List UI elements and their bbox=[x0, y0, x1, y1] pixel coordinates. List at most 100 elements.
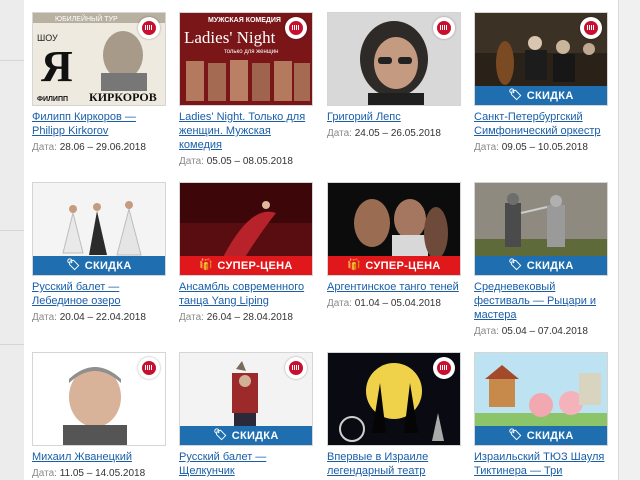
date-label: Дата: bbox=[327, 298, 352, 309]
tag-icon: 🏷 bbox=[508, 89, 523, 101]
date-label: Дата: bbox=[32, 312, 57, 323]
event-image[interactable] bbox=[32, 352, 166, 446]
event-card-shaul-tiktiner[interactable]: 🏷 СКИДКА Израильский ТЮЗ Шауля Тиктинера … bbox=[474, 352, 608, 478]
ticket-icon[interactable] bbox=[433, 357, 455, 379]
tag-icon: 🏷 bbox=[508, 429, 523, 441]
badge-label: СКИДКА bbox=[84, 259, 132, 272]
event-image[interactable]: 🏷 СКИДКА bbox=[474, 352, 608, 446]
event-title-link[interactable]: Санкт-Петербургский Симфонический оркест… bbox=[474, 110, 608, 138]
event-date: Дата: 24.05 – 26.05.2018 bbox=[327, 127, 461, 140]
date-value: 09.05 – 10.05.2018 bbox=[501, 142, 588, 153]
event-card-kirkorov[interactable]: ЮБИЛЕЙНЫЙ ТУР ШОУ Я ФИЛИПП КИРКОРОВ Фили… bbox=[32, 12, 166, 154]
left-gutter bbox=[0, 0, 24, 480]
poster-text: Я bbox=[41, 42, 73, 91]
event-title-link[interactable]: Григорий Лепс bbox=[327, 110, 461, 124]
event-title-link[interactable]: Аргентинское танго теней bbox=[327, 280, 461, 294]
badge-label: СКИДКА bbox=[526, 429, 574, 442]
event-card-leps[interactable]: Григорий Лепс Дата: 24.05 – 26.05.2018 bbox=[327, 12, 461, 140]
event-card-tango[interactable]: 🎁 СУПЕР-ЦЕНА Аргентинское танго теней Дат… bbox=[327, 182, 461, 310]
date-value: 28.06 – 29.06.2018 bbox=[59, 142, 146, 153]
event-image[interactable] bbox=[327, 352, 461, 446]
super-price-badge: 🎁 СУПЕР-ЦЕНА bbox=[328, 256, 460, 275]
date-value: 05.05 – 08.05.2018 bbox=[206, 156, 293, 167]
event-title-link[interactable]: Ансамбль современного танца Yang Liping bbox=[179, 280, 313, 308]
event-date: Дата: 11.05 – 14.05.2018 bbox=[32, 467, 166, 480]
ticket-icon[interactable] bbox=[285, 17, 307, 39]
poster-text: МУЖСКАЯ КОМЕДИЯ bbox=[208, 17, 281, 24]
date-value: 20.04 – 22.04.2018 bbox=[59, 312, 146, 323]
gift-icon: 🎁 bbox=[347, 259, 362, 271]
gutter-divider bbox=[0, 60, 24, 61]
ticket-icon[interactable] bbox=[580, 17, 602, 39]
badge-label: СКИДКА bbox=[526, 89, 574, 102]
poster-text: ФИЛИПП bbox=[37, 96, 68, 103]
event-title-link[interactable]: Средневековый фестиваль — Рыцари и масте… bbox=[474, 280, 608, 322]
poster-text: Ladies' Night bbox=[184, 28, 276, 47]
date-value: 26.04 – 28.04.2018 bbox=[206, 312, 293, 323]
event-date: Дата: 01.04 – 05.04.2018 bbox=[327, 297, 461, 310]
date-label: Дата: bbox=[32, 142, 57, 153]
date-label: Дата: bbox=[179, 156, 204, 167]
poster-text: КИРКОРОВ bbox=[89, 90, 157, 104]
event-image[interactable]: 🏷 СКИДКА bbox=[474, 12, 608, 106]
date-label: Дата: bbox=[474, 326, 499, 337]
date-value: 24.05 – 26.05.2018 bbox=[354, 128, 441, 139]
date-label: Дата: bbox=[327, 128, 352, 139]
event-title-link[interactable]: Израильский ТЮЗ Шауля Тиктинера — Три bbox=[474, 450, 608, 478]
gutter-divider bbox=[0, 230, 24, 231]
event-card-medieval-festival[interactable]: 🏷 СКИДКА Средневековый фестиваль — Рыцари… bbox=[474, 182, 608, 338]
discount-badge: 🏷 СКИДКА bbox=[180, 426, 312, 445]
event-date: Дата: 05.04 – 07.04.2018 bbox=[474, 325, 608, 338]
event-card-yang-liping[interactable]: 🎁 СУПЕР-ЦЕНА Ансамбль современного танца … bbox=[179, 182, 313, 324]
event-title-link[interactable]: Русский балет — Щелкунчик bbox=[179, 450, 313, 478]
event-date: Дата: 28.06 – 29.06.2018 bbox=[32, 141, 166, 154]
event-image[interactable]: 🏷 СКИДКА bbox=[474, 182, 608, 276]
event-image[interactable]: 🏷 СКИДКА bbox=[179, 352, 313, 446]
event-date: Дата: 09.05 – 10.05.2018 bbox=[474, 141, 608, 154]
event-card-nutcracker[interactable]: 🏷 СКИДКА Русский балет — Щелкунчик bbox=[179, 352, 313, 478]
date-value: 11.05 – 14.05.2018 bbox=[59, 468, 146, 479]
ticket-icon[interactable] bbox=[285, 357, 307, 379]
ticket-icon[interactable] bbox=[138, 17, 160, 39]
event-image[interactable] bbox=[327, 12, 461, 106]
event-title-link[interactable]: Ladies' Night. Только для женщин. Мужска… bbox=[179, 110, 313, 152]
event-image[interactable]: 🎁 СУПЕР-ЦЕНА bbox=[179, 182, 313, 276]
date-value: 05.04 – 07.04.2018 bbox=[501, 326, 588, 337]
event-card-spb-orchestra[interactable]: 🏷 СКИДКА Санкт-Петербургский Симфонически… bbox=[474, 12, 608, 154]
event-card-zhvanetsky[interactable]: Михаил Жванецкий Дата: 11.05 – 14.05.201… bbox=[32, 352, 166, 480]
tag-icon: 🏷 bbox=[213, 429, 228, 441]
event-date: Дата: 05.05 – 08.05.2018 bbox=[179, 155, 313, 168]
event-image[interactable]: 🎁 СУПЕР-ЦЕНА bbox=[327, 182, 461, 276]
event-card-legendary-theatre[interactable]: Впервые в Израиле легендарный театр bbox=[327, 352, 461, 478]
poster-text: только для женщин bbox=[224, 49, 278, 55]
event-card-swan-lake[interactable]: 🏷 СКИДКА Русский балет — Лебединое озеро … bbox=[32, 182, 166, 324]
gutter-divider bbox=[0, 344, 24, 345]
event-image[interactable]: ЮБИЛЕЙНЫЙ ТУР ШОУ Я ФИЛИПП КИРКОРОВ bbox=[32, 12, 166, 106]
badge-label: СКИДКА bbox=[526, 259, 574, 272]
date-label: Дата: bbox=[32, 468, 57, 479]
right-gutter bbox=[618, 0, 640, 480]
event-title-link[interactable]: Русский балет — Лебединое озеро bbox=[32, 280, 166, 308]
event-date: Дата: 26.04 – 28.04.2018 bbox=[179, 311, 313, 324]
date-label: Дата: bbox=[179, 312, 204, 323]
discount-badge: 🏷 СКИДКА bbox=[33, 256, 165, 275]
ticket-icon[interactable] bbox=[138, 357, 160, 379]
event-title-link[interactable]: Впервые в Израиле легендарный театр bbox=[327, 450, 461, 478]
poster-text: ЮБИЛЕЙНЫЙ ТУР bbox=[55, 14, 118, 23]
event-title-link[interactable]: Михаил Жванецкий bbox=[32, 450, 166, 464]
event-title-link[interactable]: Филипп Киркоров — Philipp Kirkorov bbox=[32, 110, 166, 138]
gift-icon: 🎁 bbox=[199, 259, 214, 271]
badge-label: СУПЕР-ЦЕНА bbox=[365, 259, 441, 272]
date-value: 01.04 – 05.04.2018 bbox=[354, 298, 441, 309]
super-price-badge: 🎁 СУПЕР-ЦЕНА bbox=[180, 256, 312, 275]
badge-label: СУПЕР-ЦЕНА bbox=[217, 259, 293, 272]
event-card-ladies-night[interactable]: МУЖСКАЯ КОМЕДИЯ Ladies' Night только для… bbox=[179, 12, 313, 168]
discount-badge: 🏷 СКИДКА bbox=[475, 426, 607, 445]
discount-badge: 🏷 СКИДКА bbox=[475, 256, 607, 275]
event-image[interactable]: МУЖСКАЯ КОМЕДИЯ Ladies' Night только для… bbox=[179, 12, 313, 106]
tag-icon: 🏷 bbox=[66, 259, 81, 271]
event-image[interactable]: 🏷 СКИДКА bbox=[32, 182, 166, 276]
ticket-icon[interactable] bbox=[433, 17, 455, 39]
badge-label: СКИДКА bbox=[231, 429, 279, 442]
event-grid: ЮБИЛЕЙНЫЙ ТУР ШОУ Я ФИЛИПП КИРКОРОВ Фили… bbox=[24, 0, 618, 480]
